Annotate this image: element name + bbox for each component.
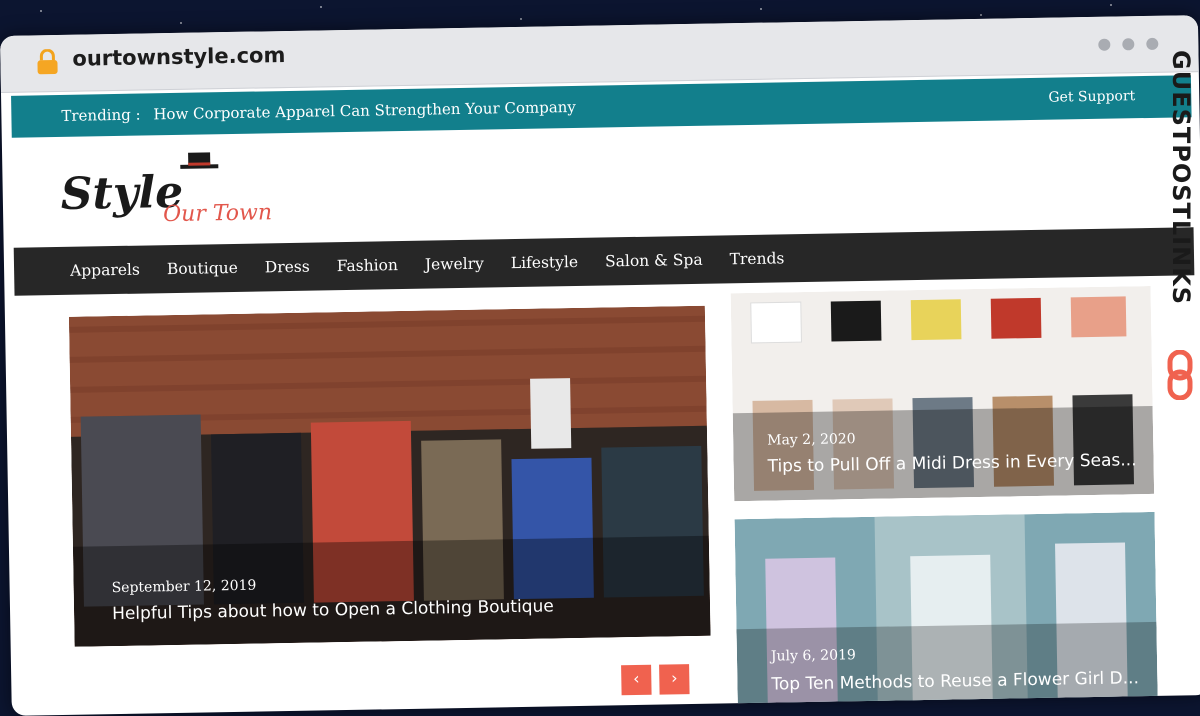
nav-item-salon-spa[interactable]: Salon & Spa [605, 251, 703, 271]
site-logo[interactable]: Style Our Town [58, 143, 280, 237]
nav-item-fashion[interactable]: Fashion [337, 256, 398, 275]
get-support-link[interactable]: Get Support [1048, 88, 1135, 106]
window-controls [1098, 37, 1159, 51]
window-dot-icon[interactable] [1122, 38, 1135, 51]
nav-item-apparels[interactable]: Apparels [70, 261, 140, 280]
top-hat-icon [180, 152, 219, 169]
side-post-date: May 2, 2020 [767, 431, 856, 449]
lock-icon [37, 48, 58, 75]
slider-next-button[interactable]: › [659, 664, 690, 695]
address-bar[interactable]: ourtownstyle.com [72, 43, 285, 71]
browser-window: ourtownstyle.com Trending : How Corporat… [0, 15, 1200, 716]
nav-item-trends[interactable]: Trends [729, 249, 784, 268]
nav-item-lifestyle[interactable]: Lifestyle [511, 253, 579, 272]
chain-link-icon [1167, 350, 1193, 400]
trending-ticker: Trending : How Corporate Apparel Can Str… [61, 98, 576, 125]
logo-word-ourtown: Our Town [163, 200, 272, 227]
nav-item-boutique[interactable]: Boutique [167, 259, 238, 278]
slider-prev-button[interactable]: ‹ [621, 664, 652, 696]
window-dot-icon[interactable] [1098, 38, 1111, 51]
window-dot-icon[interactable] [1146, 37, 1159, 50]
trending-label: Trending : [61, 105, 141, 125]
main-nav: Apparels Boutique Dress Fashion Jewelry … [13, 227, 1195, 296]
hero-post[interactable]: September 12, 2019 Helpful Tips about ho… [68, 305, 711, 647]
nav-item-jewelry[interactable]: Jewelry [425, 255, 484, 274]
side-post[interactable]: May 2, 2020 Tips to Pull Off a Midi Dres… [730, 285, 1155, 502]
boutique-photo [68, 305, 711, 647]
nav-item-dress[interactable]: Dress [265, 258, 310, 277]
banner-text: GUESTPOSTLINKS [1167, 50, 1195, 306]
side-post[interactable]: July 6, 2019 Top Ten Methods to Reuse a … [734, 511, 1158, 710]
guestpostlinks-banner: GUESTPOSTLINKS [1158, 50, 1200, 400]
trending-link[interactable]: How Corporate Apparel Can Strengthen You… [153, 98, 576, 123]
side-post-date: July 6, 2019 [770, 647, 856, 665]
hero-date: September 12, 2019 [111, 577, 257, 597]
